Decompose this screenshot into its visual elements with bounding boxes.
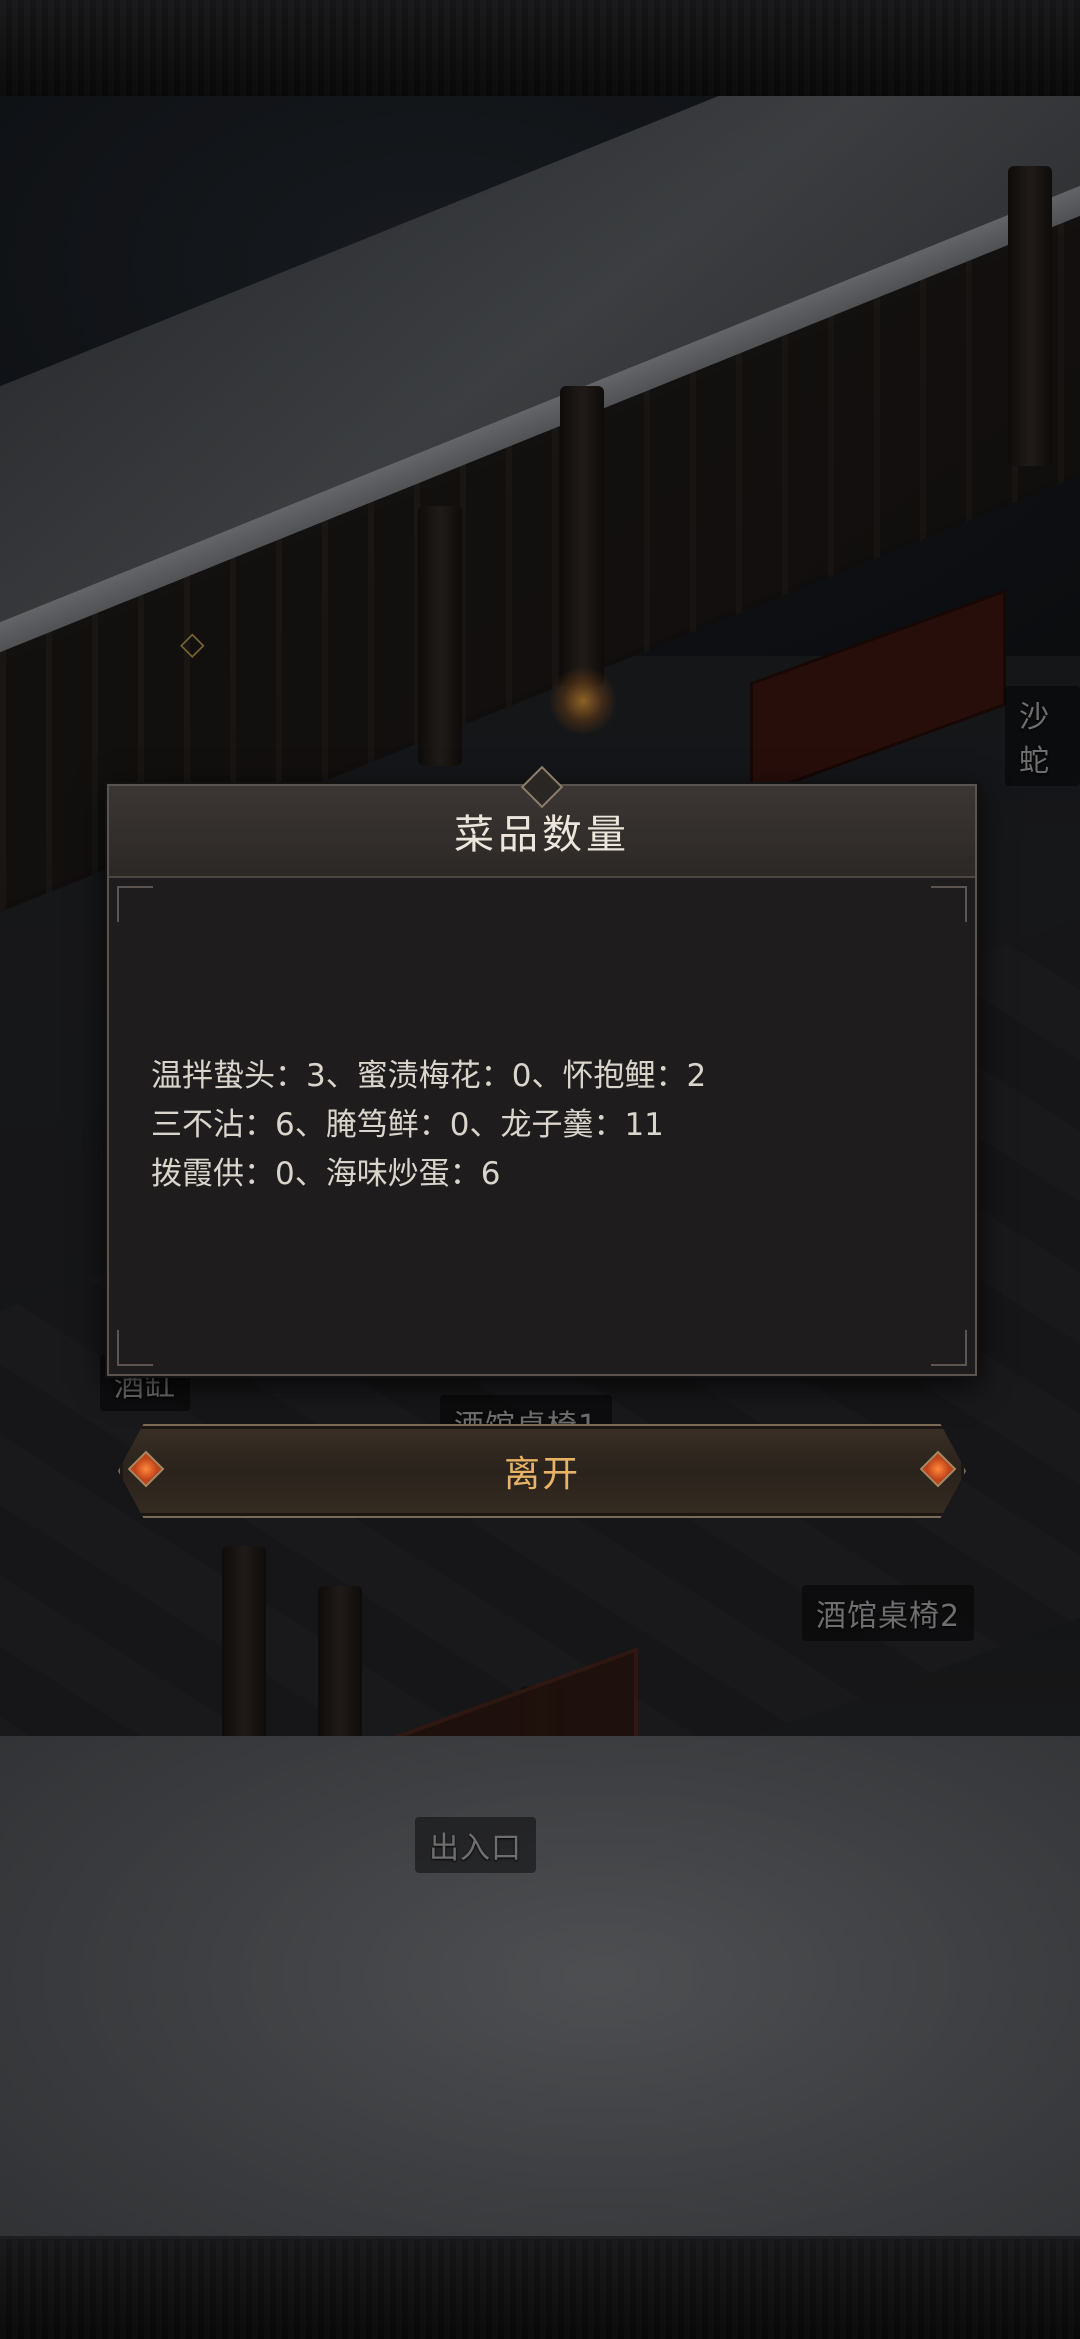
dialog-title: 菜品数量 <box>454 812 630 858</box>
corner-ornament <box>931 886 967 922</box>
corner-ornament <box>117 886 153 922</box>
dish-count-list: 温拌蛰头：3、蜜渍梅花：0、怀抱鲤：2 三不沾：6、腌笃鲜：0、龙子羹：11 拨… <box>151 1052 931 1199</box>
dish-count-line: 三不沾：6、腌笃鲜：0、龙子羹：11 <box>151 1107 664 1143</box>
dish-count-dialog: 菜品数量 温拌蛰头：3、蜜渍梅花：0、怀抱鲤：2 三不沾：6、腌笃鲜：0、龙子羹… <box>107 784 977 1376</box>
corner-ornament <box>931 1330 967 1366</box>
corner-ornament <box>117 1330 153 1366</box>
dish-count-line: 拨霞供：0、海味炒蛋：6 <box>151 1156 501 1192</box>
leave-button-label: 离开 <box>503 1454 580 1495</box>
leave-button[interactable]: 离开 <box>118 1424 966 1518</box>
dish-count-line: 温拌蛰头：3、蜜渍梅花：0、怀抱鲤：2 <box>151 1058 707 1094</box>
